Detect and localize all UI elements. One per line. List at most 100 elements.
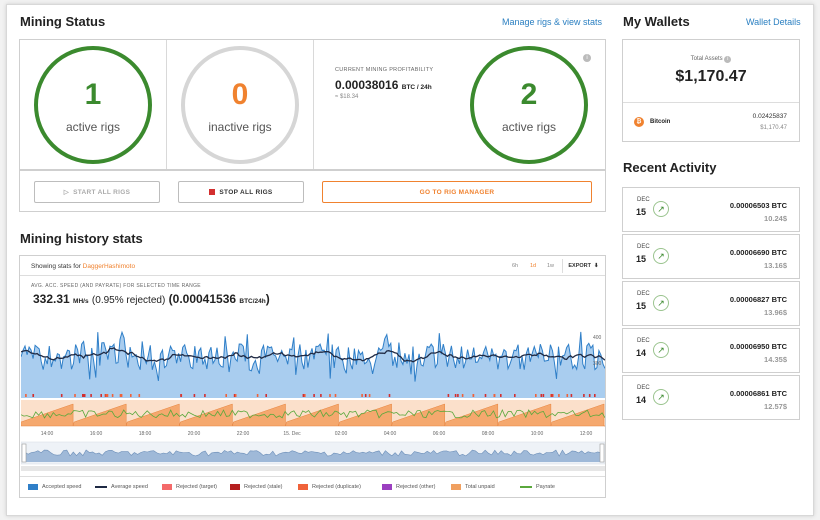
activity-month: DEC <box>637 197 650 203</box>
algorithm-name[interactable]: DaggerHashimoto <box>83 263 135 270</box>
rejected-mark <box>484 394 487 397</box>
info-icon[interactable]: i <box>583 54 591 62</box>
inactive-rigs-circle[interactable]: 0 inactive rigs <box>181 46 299 164</box>
history-chart[interactable]: 400 300 14:00 16:00 18:00 20:00 22:00 15. Dec 02… <box>21 314 605 474</box>
arrow-up-right-icon: ↗ <box>653 201 669 217</box>
speed-area <box>21 331 605 398</box>
total-assets-value: $1,170.47 <box>675 68 747 85</box>
activity-amount: 0.00006950 BTC <box>729 342 787 351</box>
rejected-mark <box>90 394 92 397</box>
time-axis-label: 08:00 <box>482 431 495 437</box>
info-icon[interactable]: i <box>724 56 732 63</box>
recent-activity-title: Recent Activity <box>623 160 717 175</box>
rejected-mark <box>225 394 227 397</box>
rejected-mark <box>493 394 496 397</box>
navigator-scrollbar <box>21 466 605 471</box>
range-1w[interactable]: 1w <box>547 263 554 269</box>
wallet-details-link[interactable]: Wallet Details <box>746 17 801 27</box>
total-assets-label-row: Total Assets i <box>623 56 799 63</box>
activity-item[interactable]: DEC 15 ↗ 0.00006503 BTC 10.24$ <box>622 187 800 232</box>
arrow-up-right-icon: ↗ <box>653 248 669 264</box>
download-icon: ⬇ <box>594 263 599 269</box>
rejected-mark <box>570 394 573 397</box>
bitcoin-wallet-row[interactable]: ₿ Bitcoin 0.02425837 $1,170.47 <box>623 102 799 142</box>
active-rigs-circle[interactable]: 1 active rigs <box>34 46 152 164</box>
rejected-mark <box>566 394 569 397</box>
activity-usd: 10.24$ <box>764 214 787 223</box>
time-axis-label: 22:00 <box>237 431 250 437</box>
divider <box>313 40 314 169</box>
range-6h[interactable]: 6h <box>512 263 518 269</box>
stop-icon <box>209 189 216 195</box>
range-1d[interactable]: 1d <box>530 263 536 269</box>
start-all-rigs-button[interactable]: ▷ START ALL RIGS <box>34 181 160 203</box>
rejected-mark <box>302 394 305 397</box>
rejected-mark <box>130 394 132 397</box>
rejected-mark <box>361 394 363 397</box>
total-assets-label: Total Assets <box>690 56 723 62</box>
rejected-mark <box>364 394 367 397</box>
rejected-mark <box>180 394 182 397</box>
chart-legend: Accepted speed Average speed Rejected (tar… <box>20 476 605 498</box>
time-axis-label: 12:00 <box>580 431 593 437</box>
navigator-handle-right <box>599 443 605 463</box>
rejected-mark <box>60 394 63 397</box>
legend-item[interactable]: Accepted speed <box>28 477 81 497</box>
rejected-mark <box>551 394 553 397</box>
arrow-up-right-icon: ↗ <box>653 342 669 358</box>
rejected-mark <box>100 394 102 397</box>
rejected-mark <box>119 394 122 397</box>
legend-item[interactable]: Rejected (other) <box>382 477 435 497</box>
activity-item[interactable]: DEC 15 ↗ 0.00006827 BTC 13.96$ <box>622 281 800 326</box>
export-button[interactable]: EXPORT ⬇ <box>562 259 604 273</box>
rejected-mark <box>588 394 591 397</box>
my-wallets-title: My Wallets <box>623 14 690 29</box>
activity-item[interactable]: DEC 14 ↗ 0.00006861 BTC 12.57$ <box>622 375 800 420</box>
legend-item[interactable]: Average speed <box>95 477 148 497</box>
time-axis-label: 02:00 <box>335 431 348 437</box>
rejected-mark <box>594 394 596 397</box>
active-rigs-label: active rigs <box>65 120 121 134</box>
rejected-mark <box>454 394 457 397</box>
legend-item[interactable]: Payrate <box>520 477 555 497</box>
export-label: EXPORT <box>568 263 591 269</box>
go-to-rig-manager-button[interactable]: GO TO RIG MANAGER <box>322 181 592 203</box>
legend-swatch <box>162 484 172 490</box>
go-to-rig-manager-label: GO TO RIG MANAGER <box>419 188 495 196</box>
rejected-mark <box>320 394 322 397</box>
legend-swatch <box>28 484 38 490</box>
activity-day: 15 <box>636 254 647 264</box>
activity-amount: 0.00006861 BTC <box>729 389 787 398</box>
active-rigs-circle-2[interactable]: 2 active rigs <box>470 46 588 164</box>
time-axis-label: 20:00 <box>188 431 201 437</box>
activity-amount: 0.00006503 BTC <box>729 201 787 210</box>
rig-status-panel: 1 active rigs 0 inactive rigs CURRENT MI… <box>19 39 606 170</box>
legend-label: Payrate <box>536 484 555 490</box>
legend-item[interactable]: Rejected (target) <box>162 477 217 497</box>
legend-item[interactable]: Rejected (stale) <box>230 477 283 497</box>
rejected-percent: (0.95% rejected) <box>91 295 166 306</box>
activity-item[interactable]: DEC 15 ↗ 0.00006690 BTC 13.16$ <box>622 234 800 279</box>
legend-item[interactable]: Rejected (duplicate) <box>298 477 361 497</box>
rig-actions-panel: ▷ START ALL RIGS STOP ALL RIGS GO TO RIG… <box>19 170 606 212</box>
manage-rigs-link[interactable]: Manage rigs & view stats <box>502 17 602 27</box>
time-axis-label: 04:00 <box>384 431 397 437</box>
divider <box>166 40 167 169</box>
rejected-mark <box>74 394 76 397</box>
rejected-mark <box>138 394 141 397</box>
legend-swatch <box>382 484 392 490</box>
legend-swatch <box>451 484 461 490</box>
rejected-mark <box>313 394 315 397</box>
activity-item[interactable]: DEC 14 ↗ 0.00006950 BTC 14.35$ <box>622 328 800 373</box>
bitcoin-icon: ₿ <box>634 117 644 127</box>
rejected-mark <box>542 394 545 397</box>
inactive-rigs-count: 0 <box>231 78 249 111</box>
rejected-mark <box>514 394 516 397</box>
legend-label: Total unpaid <box>465 484 495 490</box>
stop-all-rigs-button[interactable]: STOP ALL RIGS <box>178 181 304 203</box>
legend-item[interactable]: Total unpaid <box>451 477 495 497</box>
rejected-mark <box>457 394 459 397</box>
rejected-mark <box>234 394 237 397</box>
rejected-mark <box>500 394 502 397</box>
time-axis-label: 06:00 <box>433 431 446 437</box>
